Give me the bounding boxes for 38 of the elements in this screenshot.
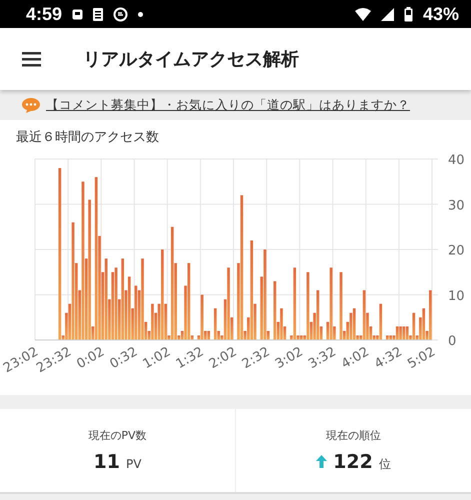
news-link[interactable]: 【コメント募集中】・お気に入りの「道の駅」はありますか？ [46, 96, 410, 114]
axis-label: 30 [448, 198, 465, 214]
axis-label: 40 [448, 153, 465, 168]
axis-label: 3:32 [306, 344, 339, 372]
dot-icon [138, 12, 144, 16]
axis-label: 3:02 [272, 344, 306, 372]
axis-label: 1:32 [174, 344, 206, 372]
axis-label: 10 [448, 288, 465, 304]
stat-label: 現在のPV数 [88, 428, 147, 443]
menu-button[interactable] [22, 52, 41, 66]
stat-value: 122 [333, 451, 373, 473]
axis-label: 4:32 [372, 344, 405, 372]
axis-label: 0:02 [74, 344, 108, 372]
axis-label: 2:02 [206, 344, 240, 372]
battery-icon [404, 6, 413, 22]
notification-icon [93, 8, 104, 20]
axis-label: 0 [448, 334, 456, 349]
axis-label: 1:02 [140, 344, 174, 372]
battery-percentage: 43% [422, 4, 459, 24]
menu-icon [22, 52, 41, 66]
stat-value: 11 [94, 451, 120, 473]
up-arrow-icon [316, 455, 328, 468]
chat-bubble-icon [22, 98, 40, 112]
stat-label: 現在の順位 [326, 428, 381, 443]
signal-icon [380, 8, 394, 20]
notification-icon [72, 8, 84, 20]
axis-label: 2:32 [240, 344, 273, 372]
wifi-icon [354, 8, 371, 20]
app-icon [113, 6, 128, 22]
axis-label: 5:02 [405, 344, 438, 372]
clock-time: 4:59 [26, 4, 62, 24]
axis-label: 4:02 [339, 344, 372, 372]
stat-unit: 位 [378, 456, 391, 473]
axis-label: 20 [448, 244, 465, 258]
chart-title: 最近６時間のアクセス数 [16, 129, 160, 147]
page-title: リアルタイムアクセス解析 [83, 48, 299, 71]
axis-label: 0:32 [107, 344, 140, 372]
stat-unit: PV [126, 457, 142, 471]
